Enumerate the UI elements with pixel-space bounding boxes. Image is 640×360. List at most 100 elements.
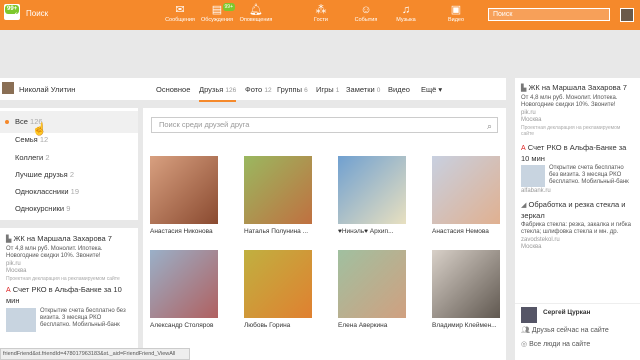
friend-card[interactable]: Любовь Горина bbox=[244, 250, 316, 340]
nav-events[interactable]: ☺ События bbox=[348, 4, 384, 28]
friend-photo[interactable] bbox=[150, 156, 218, 224]
tab-friends[interactable]: Друзья 126 bbox=[199, 85, 237, 102]
friend-photo[interactable] bbox=[244, 156, 312, 224]
nav-discussions[interactable]: ▤ 99+ Обсуждения bbox=[199, 3, 235, 28]
friend-card[interactable]: Елена Аверкина bbox=[338, 250, 410, 340]
discussion-badge: 99+ bbox=[222, 3, 235, 11]
tab-photo[interactable]: Фото 12 bbox=[245, 85, 272, 94]
nav-label: Видео bbox=[447, 17, 465, 23]
filter-label: Семья bbox=[15, 135, 38, 144]
ad-host[interactable]: pik.ru bbox=[6, 261, 132, 267]
ad-block[interactable]: A Счет РКО в Альфа-Банке за 10 мин Откры… bbox=[521, 143, 634, 194]
tab-main[interactable]: Основное bbox=[156, 85, 190, 94]
ad-title-text: Счет РКО в Альфа-Банке за 10 мин bbox=[521, 143, 627, 163]
back-arrow-icon[interactable]: ‹ bbox=[14, 9, 17, 20]
friend-photo[interactable] bbox=[150, 250, 218, 318]
ad-thumbnail[interactable] bbox=[6, 308, 36, 332]
friend-card[interactable]: Анастасия Никонова bbox=[150, 156, 222, 246]
tab-more[interactable]: Ещё ▾ bbox=[421, 85, 442, 94]
ad-thumbnail[interactable] bbox=[521, 165, 545, 187]
profile-avatar[interactable] bbox=[2, 82, 14, 94]
filter-label: Коллеги bbox=[15, 153, 44, 162]
friend-filter-list: Все 126 Семья 12 Коллеги 2 Лучшие друзья… bbox=[0, 108, 138, 220]
profile-header: Николай Улитин Основное Друзья 126 Фото … bbox=[0, 78, 506, 102]
profile-name[interactable]: Николай Улитин bbox=[19, 85, 75, 94]
filter-coursemates[interactable]: Однокурсники 9 bbox=[0, 198, 138, 220]
ad-block[interactable]: ▙ ЖК на Маршала Захарова 7 От 4,8 млн ру… bbox=[521, 83, 634, 137]
tab-groups[interactable]: Группы 6 bbox=[277, 85, 308, 94]
ad-title-text: ЖК на Маршала Захарова 7 bbox=[13, 234, 112, 243]
friend-card[interactable]: Александр Столяров bbox=[150, 250, 222, 340]
friend-photo[interactable] bbox=[338, 156, 406, 224]
friend-name[interactable]: ♥Нинэль♥ Архип... bbox=[338, 228, 410, 235]
filter-count: 2 bbox=[69, 170, 75, 179]
friend-name[interactable]: Анастасия Немова bbox=[432, 228, 504, 235]
friend-name[interactable]: Наталья Полунина ... bbox=[244, 228, 316, 235]
ad-declaration: Проектная декларация на рекламируемом са… bbox=[521, 125, 621, 137]
filter-count: 2 bbox=[45, 153, 50, 162]
nav-label: Обсуждения bbox=[201, 17, 233, 23]
ad-block[interactable]: ◢ Обработка и резка стекла и зеркал Фабр… bbox=[521, 200, 634, 250]
friend-photo[interactable] bbox=[432, 250, 500, 318]
online-friend-avatar[interactable] bbox=[521, 307, 537, 323]
top-search-input[interactable]: Поиск bbox=[488, 8, 610, 21]
friend-card[interactable]: Владимир Клеймен... bbox=[432, 250, 504, 340]
online-friend-name[interactable]: Сергей Цуркан bbox=[543, 309, 590, 316]
tab-count: 6 bbox=[304, 87, 308, 94]
nav-video[interactable]: ▣ Видео bbox=[438, 4, 474, 28]
ad-title-text: Счет РКО в Альфа-Банке за 10 мин bbox=[6, 285, 122, 305]
user-avatar[interactable] bbox=[620, 8, 634, 22]
friends-online-link[interactable]: 👥︎ Друзья сейчас на сайте bbox=[521, 326, 609, 334]
discussion-icon: ▤ bbox=[211, 4, 223, 16]
tab-label: Видео bbox=[388, 85, 410, 94]
tab-count: 0 bbox=[376, 87, 381, 94]
ad-title[interactable]: ▙ ЖК на Маршала Захарова 7 bbox=[521, 83, 634, 94]
all-online-link[interactable]: ◎ Все люди на сайте bbox=[521, 340, 590, 348]
friend-name[interactable]: Елена Аверкина bbox=[338, 322, 410, 329]
ad-title-text: ЖК на Маршала Захарова 7 bbox=[528, 83, 627, 92]
nav-music[interactable]: ♫ Музыка bbox=[388, 4, 424, 28]
ad-title[interactable]: A Счет РКО в Альфа-Банке за 10 мин bbox=[521, 143, 634, 164]
tab-count: 1 bbox=[335, 87, 340, 94]
tab-games[interactable]: Игры 1 bbox=[316, 85, 339, 94]
online-friend-card[interactable]: Сергей Цуркан bbox=[515, 303, 640, 323]
ad-host[interactable]: pik.ru bbox=[521, 110, 634, 116]
ad-city: Москва bbox=[521, 244, 542, 250]
filter-label: Одноклассники bbox=[15, 187, 69, 196]
nav-notifications[interactable]: 🔔︎ Оповещения bbox=[238, 4, 274, 28]
nav-messages[interactable]: ✉ Сообщения bbox=[162, 4, 198, 28]
glass-icon: ◢ bbox=[521, 202, 527, 209]
friend-name[interactable]: Любовь Горина bbox=[244, 322, 316, 329]
friend-photo[interactable] bbox=[244, 250, 312, 318]
nav-guests[interactable]: ⁂ Гости bbox=[303, 4, 339, 28]
ad-city: Москва bbox=[6, 268, 27, 274]
friend-photo[interactable] bbox=[338, 250, 406, 318]
friend-name[interactable]: Александр Столяров bbox=[150, 322, 222, 329]
friend-photo[interactable] bbox=[432, 156, 500, 224]
tab-label: Друзья bbox=[199, 85, 224, 94]
ad-declaration: Проектная декларация на рекламируемом са… bbox=[6, 276, 120, 282]
back-link[interactable]: Поиск bbox=[26, 9, 48, 18]
alfa-logo-icon: A bbox=[6, 287, 11, 294]
friend-card[interactable]: Наталья Полунина ... bbox=[244, 156, 316, 246]
ad-title[interactable]: ◢ Обработка и резка стекла и зеркал bbox=[521, 200, 634, 221]
tab-notes[interactable]: Заметки 0 bbox=[346, 85, 380, 94]
friend-name[interactable]: Владимир Клеймен... bbox=[432, 322, 504, 329]
building-icon: ▙ bbox=[6, 236, 12, 243]
tab-video[interactable]: Видео bbox=[388, 85, 410, 94]
ad-host[interactable]: alfabank.ru bbox=[521, 188, 634, 194]
link-label: Все люди на сайте bbox=[529, 341, 591, 348]
ad-title[interactable]: A Счет РКО в Альфа-Банке за 10 мин bbox=[6, 285, 132, 306]
friend-card[interactable]: Анастасия Немова bbox=[432, 156, 504, 246]
search-icon[interactable]: ⌕ bbox=[487, 119, 492, 133]
ok-logo[interactable]: ок99+ bbox=[4, 4, 20, 20]
building-icon: ▙ bbox=[521, 85, 527, 92]
ad-title[interactable]: ▙ ЖК на Маршала Захарова 7 bbox=[6, 234, 132, 245]
friend-name[interactable]: Анастасия Никонова bbox=[150, 228, 222, 235]
friend-search-input[interactable]: Поиск среди друзей друга ⌕ bbox=[151, 117, 498, 133]
friend-card[interactable]: ♥Нинэль♥ Архип... bbox=[338, 156, 410, 246]
nav-label: Музыка bbox=[396, 17, 416, 23]
ad-text: От 4,8 млн руб. Монолит. Ипотека. Нового… bbox=[521, 95, 618, 108]
tab-count: 12 bbox=[264, 87, 272, 94]
ad-host[interactable]: zavodstekol.ru bbox=[521, 237, 634, 243]
